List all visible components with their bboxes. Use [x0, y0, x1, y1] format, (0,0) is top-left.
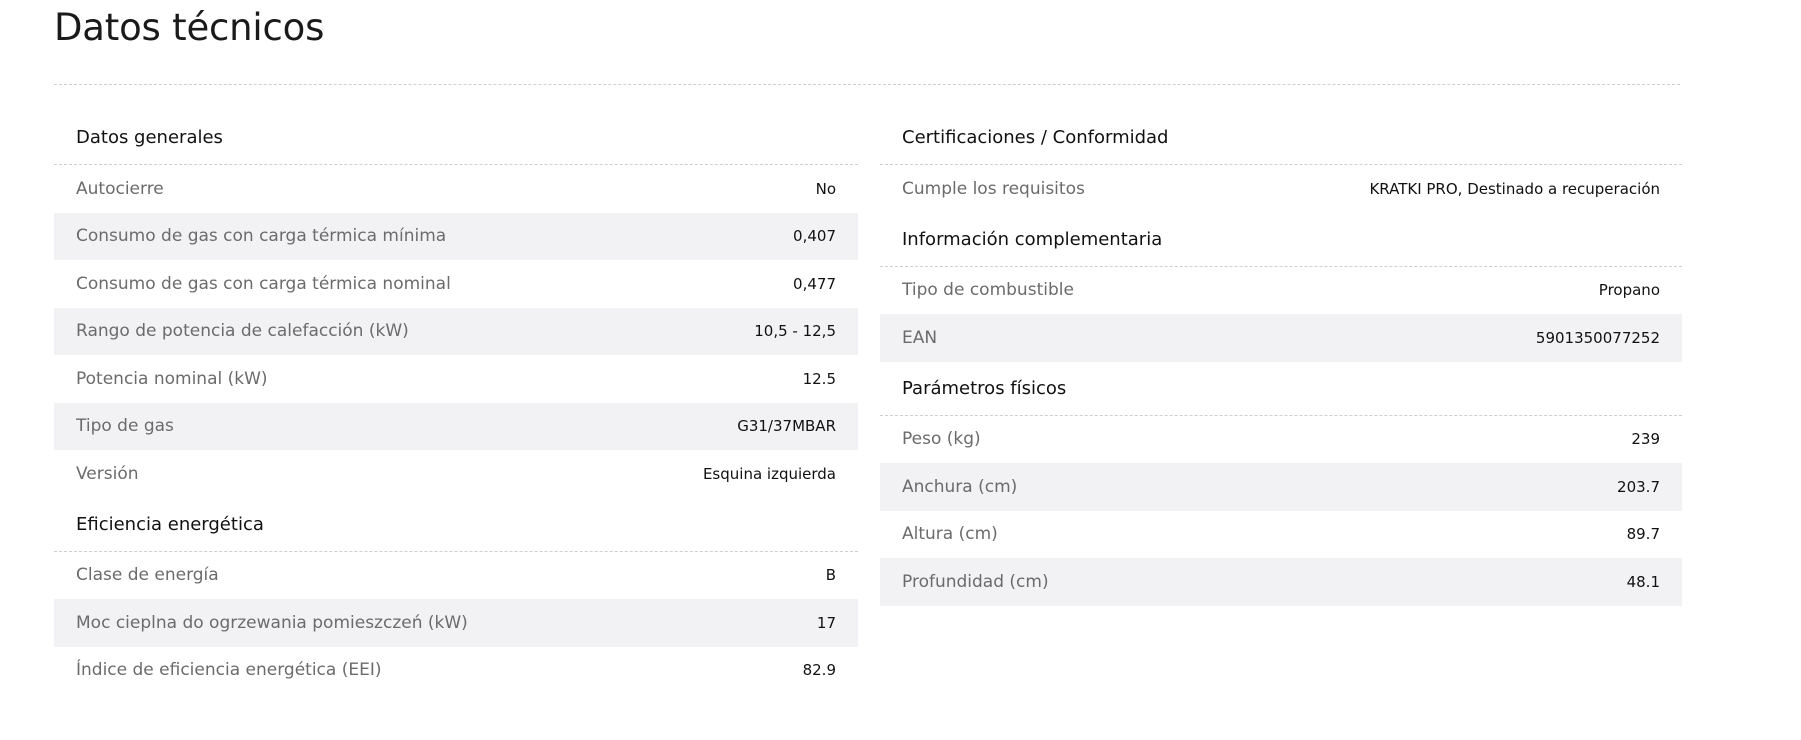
spec-value: 0,477	[793, 274, 836, 293]
spec-label: Tipo de gas	[76, 416, 174, 437]
section-certifications: Certificaciones / Conformidad Cumple los…	[880, 111, 1682, 213]
spec-value: 48.1	[1626, 572, 1660, 591]
title-divider	[54, 84, 1680, 85]
spec-value: B	[825, 566, 836, 585]
spec-label: Autocierre	[76, 178, 164, 199]
spec-row: Consumo de gas con carga térmica mínima …	[54, 212, 858, 260]
spec-value: G31/37MBAR	[737, 417, 836, 436]
section-additional-info: Información complementaria Tipo de combu…	[880, 213, 1682, 362]
spec-label: Profundidad (cm)	[902, 571, 1049, 592]
right-column: Certificaciones / Conformidad Cumple los…	[880, 111, 1682, 606]
spec-label: Rango de potencia de calefacción (kW)	[76, 321, 409, 342]
spec-row: Anchura (cm) 203.7	[880, 463, 1682, 511]
spec-label: EAN	[902, 327, 938, 348]
section-title: Datos generales	[54, 111, 858, 165]
spec-value: KRATKI PRO, Destinado a recuperación	[1369, 179, 1660, 198]
spec-row: Versión Esquina izquierda	[54, 450, 858, 498]
spec-row: Cumple los requisitos KRATKI PRO, Destin…	[880, 165, 1682, 213]
spec-label: Versión	[76, 463, 139, 484]
spec-label: Moc cieplna do ogrzewania pomieszczeń (k…	[76, 612, 468, 633]
section-title: Eficiencia energética	[54, 498, 858, 552]
spec-value: Propano	[1598, 281, 1660, 300]
spec-value: 10,5 - 12,5	[754, 322, 836, 341]
spec-row: Altura (cm) 89.7	[880, 511, 1682, 559]
spec-label: Consumo de gas con carga térmica mínima	[76, 226, 447, 247]
spec-value: 0,407	[793, 227, 836, 246]
spec-row: Profundidad (cm) 48.1	[880, 558, 1682, 606]
page-title: Datos técnicos	[54, 6, 325, 49]
spec-value: Esquina izquierda	[702, 464, 836, 483]
left-column: Datos generales Autocierre No Consumo de…	[54, 111, 858, 694]
spec-row: Potencia nominal (kW) 12.5	[54, 355, 858, 403]
spec-value: No	[815, 179, 836, 198]
technical-data-page: Datos técnicos Datos generales Autocierr…	[0, 0, 1801, 740]
spec-row: Clase de energía B	[54, 552, 858, 600]
spec-value: 89.7	[1626, 525, 1660, 544]
spec-label: Clase de energía	[76, 565, 219, 586]
spec-row: Peso (kg) 239	[880, 416, 1682, 464]
spec-value: 239	[1631, 430, 1660, 449]
section-title: Información complementaria	[880, 213, 1682, 267]
section-title: Certificaciones / Conformidad	[880, 111, 1682, 165]
spec-value: 5901350077252	[1535, 328, 1660, 347]
spec-row: Moc cieplna do ogrzewania pomieszczeń (k…	[54, 599, 858, 647]
spec-row: Tipo de gas G31/37MBAR	[54, 402, 858, 450]
section-general-data: Datos generales Autocierre No Consumo de…	[54, 111, 858, 498]
spec-row: Consumo de gas con carga térmica nominal…	[54, 260, 858, 308]
spec-row: Tipo de combustible Propano	[880, 267, 1682, 315]
spec-label: Consumo de gas con carga térmica nominal	[76, 273, 451, 294]
spec-label: Peso (kg)	[902, 429, 981, 450]
section-title: Parámetros físicos	[880, 362, 1682, 416]
spec-row: Índice de eficiencia energética (EEI) 82…	[54, 647, 858, 695]
spec-label: Índice de eficiencia energética (EEI)	[76, 660, 382, 681]
spec-label: Potencia nominal (kW)	[76, 368, 268, 389]
spec-row: EAN 5901350077252	[880, 314, 1682, 362]
spec-value: 203.7	[1617, 477, 1660, 496]
spec-row: Rango de potencia de calefacción (kW) 10…	[54, 307, 858, 355]
spec-value: 82.9	[802, 661, 836, 680]
spec-label: Anchura (cm)	[902, 476, 1018, 497]
spec-label: Cumple los requisitos	[902, 178, 1085, 199]
spec-value: 12.5	[802, 369, 836, 388]
spec-label: Altura (cm)	[902, 524, 998, 545]
spec-label: Tipo de combustible	[902, 280, 1074, 301]
section-physical-parameters: Parámetros físicos Peso (kg) 239 Anchura…	[880, 362, 1682, 606]
section-energy-efficiency: Eficiencia energética Clase de energía B…	[54, 498, 858, 695]
spec-value: 17	[816, 613, 836, 632]
spec-row: Autocierre No	[54, 165, 858, 213]
